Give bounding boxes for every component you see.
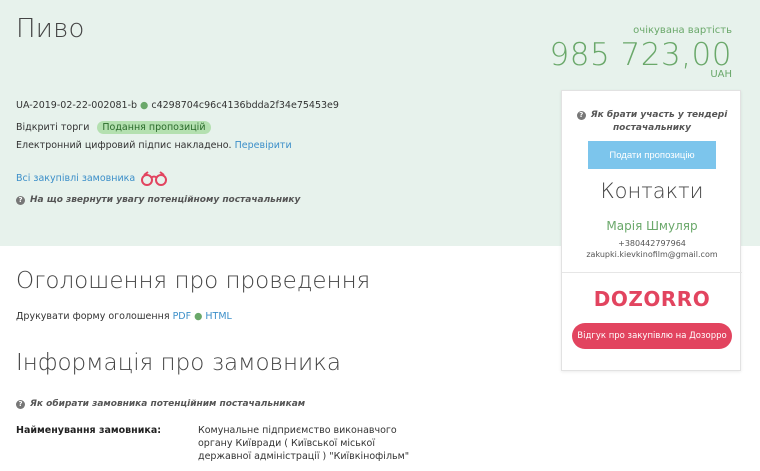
print-form-line: Друкувати форму оголошення PDF ● HTML — [16, 311, 232, 322]
signature-text: Електронний цифровий підпис накладено. — [16, 140, 232, 151]
participate-hint[interactable]: ? Як брати участь у тендері постачальнику — [562, 109, 742, 135]
tender-hash: c4298704c96c4136bdda2f34e75453e9 — [151, 100, 339, 111]
procedure-type: Відкриті торги — [16, 122, 90, 133]
print-form-text: Друкувати форму оголошення — [16, 311, 170, 322]
separator-dot-icon: ● — [140, 100, 149, 111]
question-icon: ? — [576, 111, 586, 120]
customer-name-label: Найменування замовника: — [16, 425, 162, 436]
customer-choice-text: Як обирати замовника потенційним постача… — [30, 399, 306, 409]
signature-line: Електронний цифровий підпис накладено. П… — [16, 140, 292, 151]
dozorro-logo: DOZORRO — [593, 287, 711, 311]
status-badge: Подання пропозицій — [97, 121, 211, 134]
announcement-heading: Оголошення про проведення — [16, 268, 371, 294]
verify-signature-link[interactable]: Перевірити — [235, 140, 292, 151]
supplier-attention-text: На що звернути увагу потенційному постач… — [30, 195, 301, 205]
question-icon: ? — [16, 400, 25, 409]
print-pdf-link[interactable]: PDF — [173, 311, 192, 322]
customer-heading: Інформація про замовника — [16, 350, 341, 376]
separator-dot-icon: ● — [194, 311, 203, 322]
contact-name: Марія Шмуляр — [606, 219, 698, 233]
expected-value-label: очікувана вартість — [633, 25, 732, 36]
dozorro-feedback-button[interactable]: Відгук про закупівлю на Дозорро — [572, 323, 732, 349]
customer-name-value: Комунальне підприємство виконавчого орга… — [198, 425, 410, 462]
participate-hint-text: Як брати участь у тендері постачальнику — [590, 110, 728, 133]
panel-divider — [562, 272, 742, 273]
all-customer-purchases-link[interactable]: Всі закупівлі замовника — [16, 173, 135, 184]
binoculars-icon[interactable] — [140, 170, 168, 186]
contact-phone: +380442797964 — [618, 239, 686, 248]
customer-choice-hint[interactable]: ? Як обирати замовника потенційним постач… — [16, 399, 305, 409]
tender-id-line: UA-2019-02-22-002081-b ● c4298704c96c4136b… — [16, 100, 339, 111]
side-panel: ? Як брати участь у тендері постачальнику… — [561, 90, 742, 371]
question-icon: ? — [16, 196, 25, 205]
submit-proposal-button[interactable]: Подати пропозицію — [588, 141, 716, 169]
supplier-attention-hint[interactable]: ? На що звернути увагу потенційному поста… — [16, 195, 300, 205]
price-currency: UAH — [710, 69, 732, 80]
procedure-line: Відкриті торги Подання пропозицій — [16, 121, 211, 134]
page-title: Пиво — [16, 14, 85, 44]
expected-price: 985 723,00 — [549, 37, 732, 73]
contacts-title: Контакти — [600, 179, 704, 203]
tender-id: UA-2019-02-22-002081-b — [16, 100, 138, 111]
print-html-link[interactable]: HTML — [205, 311, 231, 322]
contact-email: zakupki.kievkinofilm@gmail.com — [586, 250, 718, 259]
